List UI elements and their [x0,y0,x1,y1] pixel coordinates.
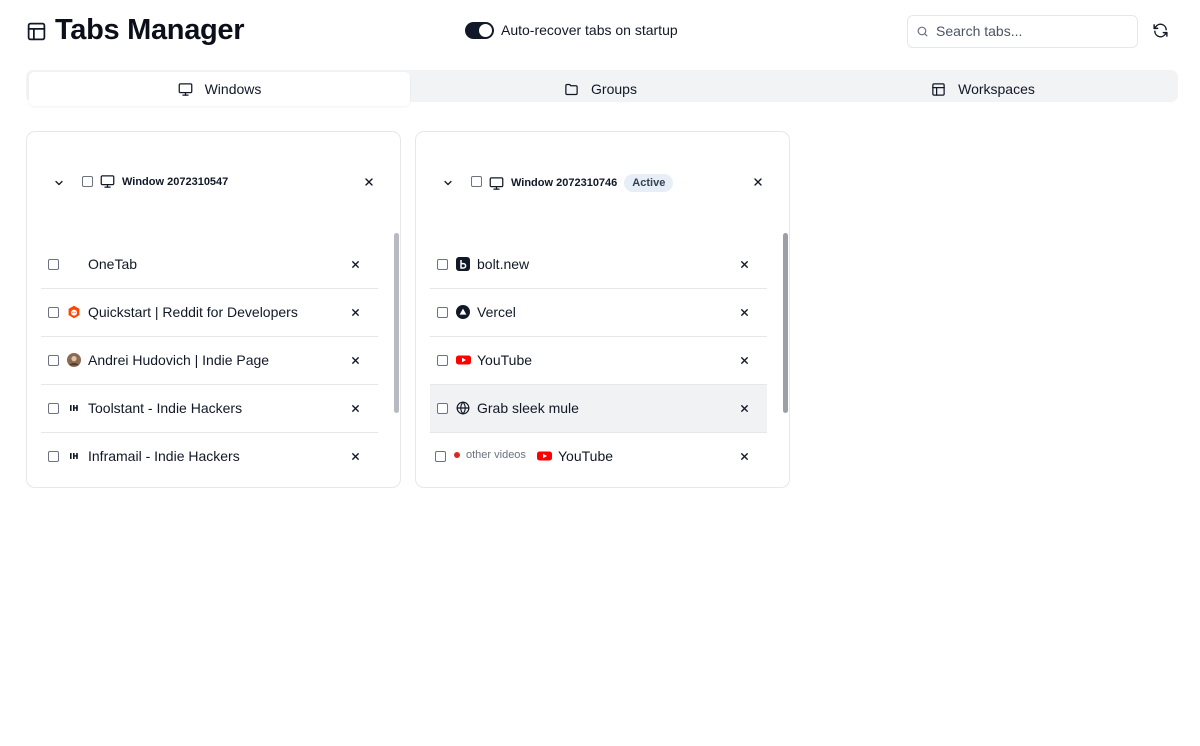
tab-checkbox[interactable] [437,355,448,366]
close-tab-icon[interactable] [739,403,750,414]
avatar-icon [67,353,81,367]
tab-groups-label: Groups [591,81,637,97]
window-header: Window 2072310746 Active [416,132,789,232]
header: Tabs Manager Auto-recover tabs on startu… [0,0,1200,64]
tab-workspaces-label: Workspaces [958,81,1035,97]
close-tab-icon[interactable] [739,259,750,270]
scrollbar[interactable] [783,233,789,466]
reddit-icon [67,305,81,319]
tab-row[interactable]: Inframail - Indie Hackers [41,433,378,480]
youtube-icon [456,353,471,367]
close-tab-icon[interactable] [350,403,361,414]
tab-title: YouTube [477,352,533,368]
tab-checkbox[interactable] [48,259,59,270]
tab-list: OneTab Quickstart | Reddit for Developer… [41,241,378,480]
tab-title: Andrei Hudovich | Indie Page [88,352,270,368]
tab-workspaces[interactable]: Workspaces [791,73,1175,105]
tab-title: Toolstant - Indie Hackers [88,400,243,416]
window-checkbox[interactable] [471,176,482,187]
tab-row[interactable]: other videos YouTube [430,433,767,480]
group-label: other videos [466,449,526,461]
close-tab-icon[interactable] [350,355,361,366]
window-title: Window 2072310547 [122,175,229,188]
monitor-icon [178,82,193,97]
tab-title: Inframail - Indie Hackers [88,448,240,464]
active-badge: Active [624,174,674,192]
tab-checkbox[interactable] [437,403,448,414]
tab-title: bolt.new [477,256,530,272]
window-checkbox[interactable] [82,176,93,187]
tab-row[interactable]: Andrei Hudovich | Indie Page [41,337,378,385]
vercel-icon [456,305,470,319]
tab-title: Quickstart | Reddit for Developers [88,304,298,320]
bolt-icon [456,257,470,271]
tab-title: Vercel [477,304,516,320]
tab-list: bolt.new Vercel YouTube Grab sleek mule … [430,241,767,480]
group-color-dot [454,452,460,458]
tab-groups[interactable]: Groups [410,73,791,105]
youtube-icon [537,449,552,463]
tab-windows-label: Windows [204,81,262,97]
toggle-knob [479,24,492,37]
indie-hackers-icon [67,401,81,415]
panel-layout-icon [26,21,47,42]
tab-row[interactable]: Grab sleek mule [430,385,767,433]
indie-hackers-icon [67,449,81,463]
tab-group-tag: other videos [454,449,526,461]
scrollbar[interactable] [394,233,400,466]
globe-icon [456,401,470,415]
monitor-icon [100,174,115,189]
auto-recover-setting: Auto-recover tabs on startup [465,22,678,39]
tab-title: Grab sleek mule [477,400,579,416]
tab-checkbox[interactable] [48,403,59,414]
view-tabbar: Windows Groups Workspaces [26,70,1178,106]
tab-row[interactable]: Vercel [430,289,767,337]
close-window-icon[interactable] [363,176,375,188]
window-title-group: Window 2072310746 Active [489,174,674,192]
tab-row[interactable]: OneTab [41,241,378,289]
tab-checkbox[interactable] [437,307,448,318]
page-title: Tabs Manager [55,14,245,46]
window-header: Window 2072310547 [27,132,400,232]
tab-checkbox[interactable] [48,307,59,318]
close-tab-icon[interactable] [350,307,361,318]
auto-recover-label: Auto-recover tabs on startup [501,22,678,38]
tab-windows[interactable]: Windows [29,72,410,106]
tab-checkbox[interactable] [435,451,446,462]
tab-checkbox[interactable] [48,451,59,462]
auto-recover-toggle[interactable] [465,22,494,39]
tab-row[interactable]: YouTube [430,337,767,385]
tab-row[interactable]: Quickstart | Reddit for Developers [41,289,378,337]
layout-icon [931,82,946,97]
tab-row[interactable]: Toolstant - Indie Hackers [41,385,378,433]
scrollbar-thumb[interactable] [394,233,399,413]
chevron-down-icon[interactable] [442,177,454,189]
chevron-down-icon[interactable] [53,177,65,189]
close-window-icon[interactable] [752,176,764,188]
search-input[interactable] [936,21,1126,41]
close-tab-icon[interactable] [739,355,750,366]
tab-title: OneTab [88,256,138,272]
search-icon [916,25,929,38]
scrollbar-thumb[interactable] [783,233,788,413]
tab-title: YouTube [558,448,614,464]
close-tab-icon[interactable] [350,451,361,462]
folder-icon [564,82,579,97]
close-tab-icon[interactable] [350,259,361,270]
window-title: Window 2072310746 [511,177,618,189]
search-box [907,15,1138,48]
close-tab-icon[interactable] [739,451,750,462]
refresh-icon[interactable] [1152,22,1169,39]
window-title-group: Window 2072310547 [100,174,228,189]
tab-checkbox[interactable] [437,259,448,270]
close-tab-icon[interactable] [739,307,750,318]
tab-row[interactable]: bolt.new [430,241,767,289]
tab-checkbox[interactable] [48,355,59,366]
monitor-icon [489,176,504,191]
